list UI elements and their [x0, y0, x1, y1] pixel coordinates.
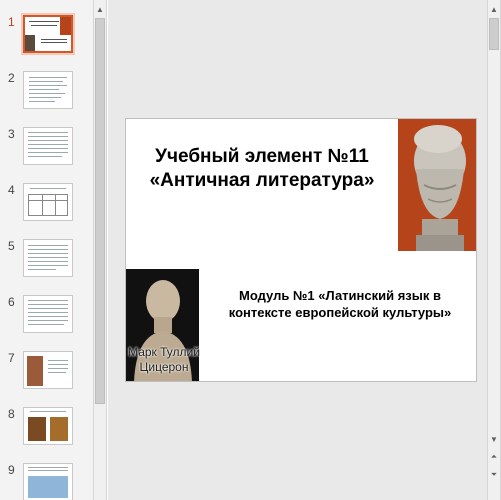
slide-number: 3 — [8, 127, 15, 141]
slide-thumbnail-4[interactable]: 4 — [0, 183, 93, 229]
slide-thumbnail-image[interactable] — [23, 15, 73, 53]
double-down-arrow-icon: ⏷ — [490, 470, 498, 479]
slide-number: 9 — [8, 463, 15, 477]
slide-thumbnail-panel: 1 2 3 4 5 6 7 8 9 — [0, 0, 93, 500]
slide-thumbnail-8[interactable]: 8 — [0, 407, 93, 453]
cicero-caption: Марк Туллий Цицерон — [126, 345, 202, 375]
triangle-up-icon: ▲ — [490, 4, 498, 14]
subtitle-line: контексте европейской культуры» — [228, 305, 452, 320]
slide-number: 5 — [8, 239, 15, 253]
caption-line: Цицерон — [139, 360, 189, 374]
slide-thumbnail-image[interactable] — [23, 71, 73, 109]
thumb-picture-icon — [50, 417, 68, 441]
subtitle-line: Модуль №1 «Латинский язык в — [239, 288, 441, 303]
thumb-parthenon-icon — [28, 476, 68, 498]
thumb-table-icon — [28, 194, 68, 216]
slide-number: 8 — [8, 407, 15, 421]
slide-thumbnail-3[interactable]: 3 — [0, 127, 93, 173]
slide-thumbnail-image[interactable] — [23, 407, 73, 445]
slide-thumbnail-9[interactable]: 9 — [0, 463, 93, 500]
thumb-bust-icon — [60, 17, 71, 35]
double-up-arrow-icon: ⏶ — [490, 452, 498, 461]
previous-slide-button[interactable]: ⏶ — [488, 450, 500, 464]
slide-title[interactable]: Учебный элемент №11 «Античная литература… — [134, 145, 390, 193]
slide-number: 2 — [8, 71, 15, 85]
next-slide-button[interactable]: ⏷ — [488, 468, 500, 482]
slide-thumbnail-7[interactable]: 7 — [0, 351, 93, 397]
slide-canvas[interactable]: Учебный элемент №11 «Античная литература… — [125, 118, 477, 382]
slide-thumbnail-image[interactable] — [23, 463, 73, 500]
slide-thumbnail-1[interactable]: 1 — [0, 15, 93, 61]
triangle-down-icon: ▼ — [490, 434, 498, 444]
slide-thumbnail-image[interactable] — [23, 183, 73, 221]
slide-thumbnail-image[interactable] — [23, 351, 73, 389]
scroll-up-button[interactable]: ▲ — [94, 2, 106, 16]
slide-number: 1 — [8, 15, 15, 29]
slide-thumbnail-image[interactable] — [23, 295, 73, 333]
slide-number: 4 — [8, 183, 15, 197]
triangle-up-icon: ▲ — [96, 4, 104, 14]
scroll-down-button[interactable]: ▼ — [488, 432, 500, 446]
thumb-portrait-icon — [27, 356, 43, 386]
scroll-up-button[interactable]: ▲ — [488, 2, 500, 16]
slide-number: 6 — [8, 295, 15, 309]
slide-thumbnail-2[interactable]: 2 — [0, 71, 93, 117]
thumb-picture-icon — [28, 417, 46, 441]
slide-thumbnail-image[interactable] — [23, 239, 73, 277]
editor-scrollbar[interactable]: ▲ ▼ ⏶ ⏷ — [487, 0, 501, 500]
slide-thumbnail-6[interactable]: 6 — [0, 295, 93, 341]
thumbnail-scrollbar[interactable]: ▲ — [93, 0, 107, 500]
slide-thumbnail-5[interactable]: 5 — [0, 239, 93, 285]
title-line: Учебный элемент №11 — [155, 146, 369, 167]
slide-thumbnail-image[interactable] — [23, 127, 73, 165]
homer-bust-image[interactable] — [398, 119, 477, 251]
caption-line: Марк Туллий — [128, 345, 200, 359]
scrollbar-thumb[interactable] — [95, 18, 105, 404]
slide-subtitle[interactable]: Модуль №1 «Латинский язык в контексте ев… — [210, 287, 470, 321]
scrollbar-thumb[interactable] — [489, 18, 499, 50]
thumb-bust-icon — [25, 35, 35, 51]
slide-number: 7 — [8, 351, 15, 365]
title-line: «Античная литература» — [149, 170, 375, 191]
